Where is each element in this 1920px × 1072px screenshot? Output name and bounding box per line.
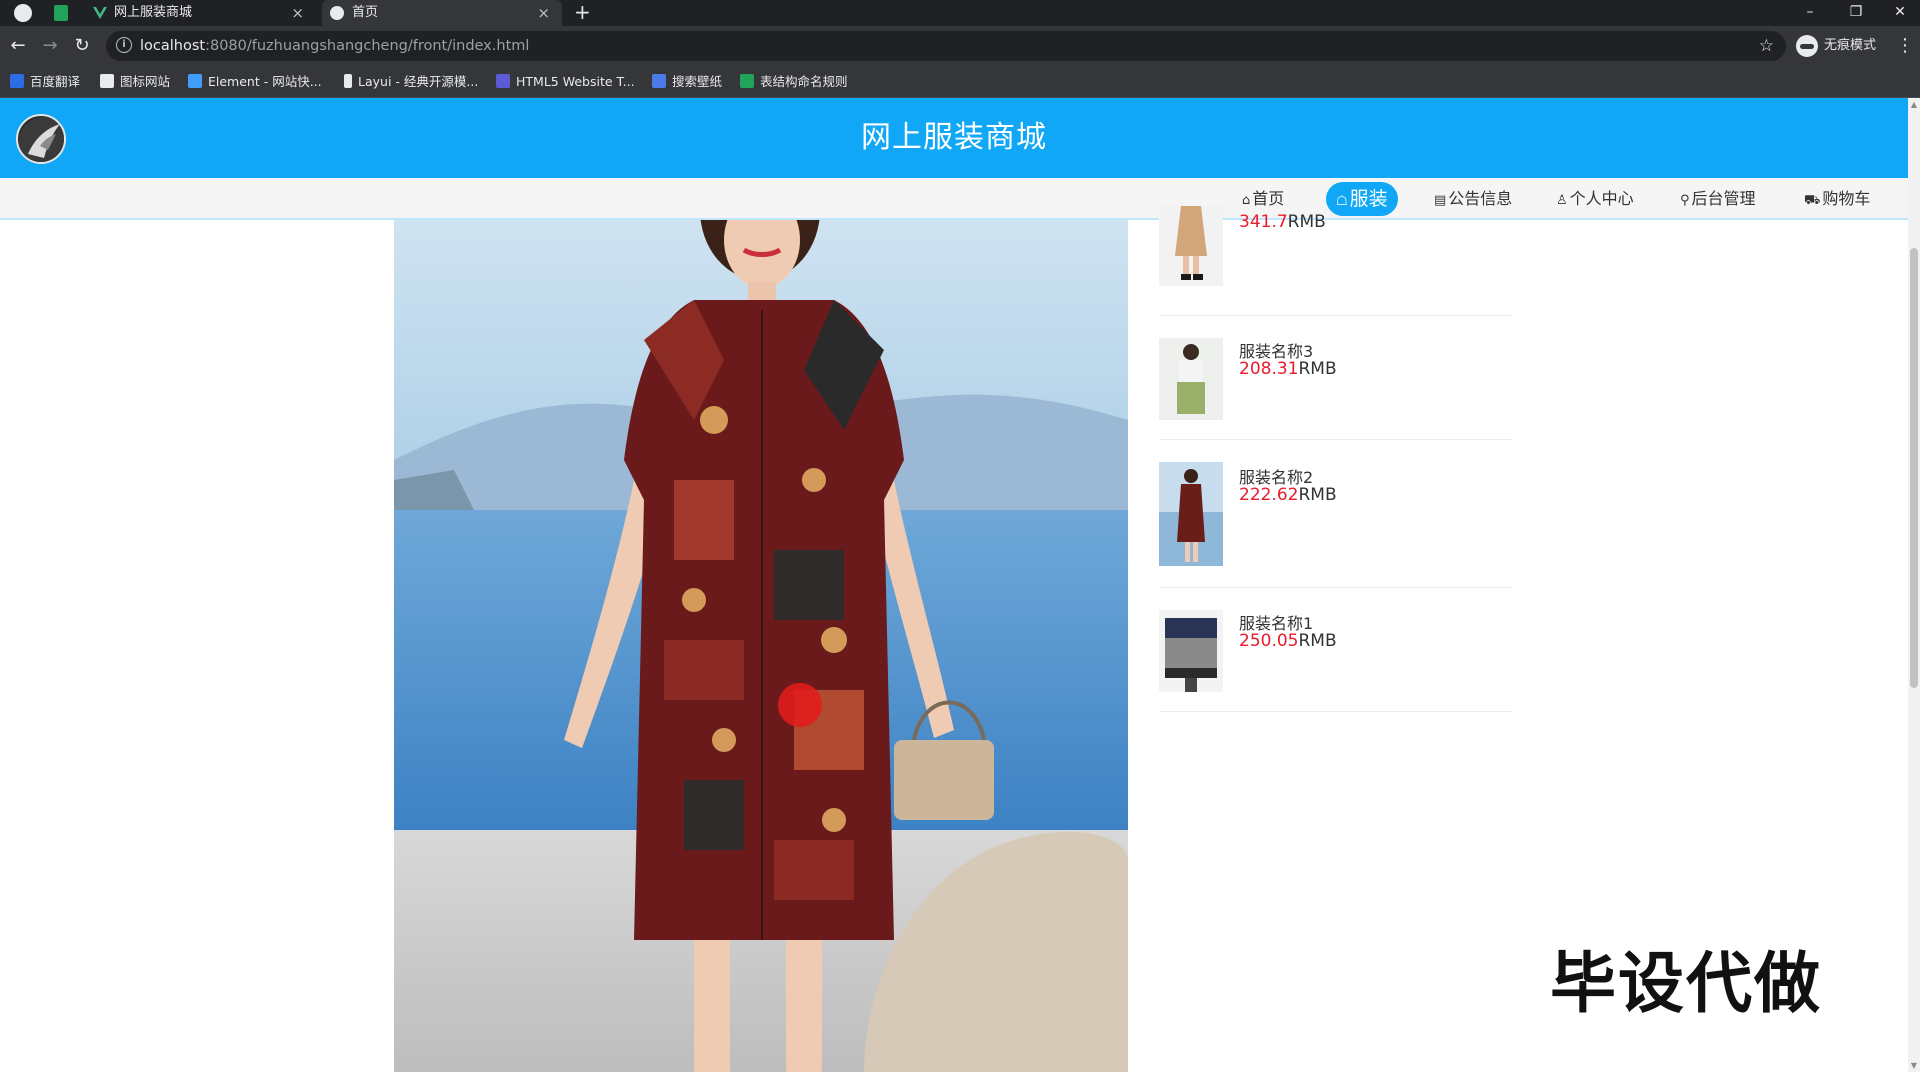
product-main-image[interactable] bbox=[394, 220, 1128, 1072]
nav-label: 个人中心 bbox=[1569, 189, 1634, 208]
vue-icon bbox=[93, 7, 107, 19]
product-thumbnail[interactable] bbox=[1159, 610, 1223, 692]
flag-icon bbox=[100, 74, 114, 88]
bookmark-item[interactable]: 百度翻译 bbox=[10, 66, 80, 98]
list-item[interactable]: 341.7RMB bbox=[1159, 206, 1513, 316]
price-value: 341.7 bbox=[1239, 212, 1288, 232]
bookmarks-bar: 百度翻译 图标网站 Element - 网站快... Layui - 经典开源模… bbox=[0, 66, 1920, 98]
price-value: 250.05 bbox=[1239, 631, 1299, 651]
link-icon: ⚲ bbox=[1680, 193, 1690, 208]
tab-home[interactable]: 首页 × bbox=[322, 0, 562, 26]
thumb-photo bbox=[1159, 206, 1223, 286]
globe-icon bbox=[330, 6, 344, 20]
site-title: 网上服装商城 bbox=[861, 120, 1047, 155]
product-price: 208.31RMB bbox=[1239, 359, 1337, 379]
bookmark-item[interactable]: 表结构命名规则 bbox=[740, 66, 848, 98]
site-nav: ⌂ 首页 ☖ 服装 ▤ 公告信息 ♙ 个人中心 ⚲ 后台管理 ⛟ 购物车 bbox=[0, 178, 1908, 220]
price-currency: RMB bbox=[1298, 485, 1337, 505]
back-icon[interactable]: ← bbox=[6, 34, 30, 58]
info-icon[interactable]: i bbox=[116, 37, 132, 53]
tab-shop[interactable]: 网上服装商城 × bbox=[84, 0, 316, 26]
thumb-photo bbox=[1159, 338, 1223, 420]
scrollbar-thumb[interactable] bbox=[1910, 248, 1918, 688]
bookmark-item[interactable]: Layui - 经典开源模... bbox=[344, 66, 478, 98]
minimize-button[interactable]: – bbox=[1790, 0, 1830, 26]
incognito-label: 无痕模式 bbox=[1824, 38, 1877, 53]
bookmark-label: Layui - 经典开源模... bbox=[358, 74, 479, 89]
new-tab-button[interactable]: + bbox=[574, 0, 591, 26]
dress-photo bbox=[394, 220, 1128, 1072]
price-currency: RMB bbox=[1287, 212, 1326, 232]
product-price: 222.62RMB bbox=[1239, 485, 1337, 505]
incognito-badge[interactable]: 无痕模式 bbox=[1796, 34, 1876, 58]
thumb-photo bbox=[1159, 462, 1223, 566]
thumb-photo bbox=[1159, 610, 1223, 692]
wallpaper-icon bbox=[652, 74, 666, 88]
price-value: 222.62 bbox=[1239, 485, 1299, 505]
close-icon[interactable]: × bbox=[537, 0, 550, 26]
bookmark-item[interactable]: Element - 网站快... bbox=[188, 66, 322, 98]
price-currency: RMB bbox=[1298, 359, 1337, 379]
product-thumbnail[interactable] bbox=[1159, 462, 1223, 566]
nav-profile[interactable]: ♙ 个人中心 bbox=[1556, 182, 1634, 216]
nav-admin[interactable]: ⚲ 后台管理 bbox=[1680, 182, 1756, 216]
product-thumbnail[interactable] bbox=[1159, 338, 1223, 420]
incognito-icon bbox=[1796, 34, 1818, 57]
menu-icon[interactable]: ⋮ bbox=[1896, 34, 1914, 58]
sheets-tab-icon[interactable] bbox=[54, 5, 68, 21]
url-host: localhost bbox=[140, 38, 206, 54]
bookmark-label: 百度翻译 bbox=[30, 74, 81, 89]
bookmark-item[interactable]: 图标网站 bbox=[100, 66, 170, 98]
bookmark-label: 表结构命名规则 bbox=[760, 74, 848, 89]
close-icon[interactable]: × bbox=[291, 0, 304, 26]
url-path: :8080/fuzhuangshangcheng/front/index.htm… bbox=[205, 38, 530, 54]
bookmark-item[interactable]: HTML5 Website T... bbox=[496, 66, 635, 98]
html5-icon bbox=[496, 74, 510, 88]
restore-button[interactable]: ❐ bbox=[1836, 0, 1876, 26]
layui-icon bbox=[344, 74, 352, 88]
tab-label: 网上服装商城 bbox=[114, 5, 193, 20]
product-thumbnail[interactable] bbox=[1159, 206, 1223, 286]
nav-label: 后台管理 bbox=[1691, 189, 1756, 208]
page-scrollbar[interactable]: ▲ ▼ bbox=[1908, 98, 1920, 1072]
scroll-up-icon[interactable]: ▲ bbox=[1908, 100, 1920, 109]
site-header: 网上服装商城 bbox=[0, 98, 1908, 178]
bookmark-label: Element - 网站快... bbox=[208, 74, 322, 89]
translate-icon bbox=[10, 74, 24, 88]
watermark-text: 毕设代做 bbox=[1550, 945, 1822, 1022]
url-text[interactable]: localhost:8080/fuzhuangshangcheng/front/… bbox=[140, 31, 529, 61]
chrome-icon[interactable] bbox=[14, 4, 32, 22]
bookmark-item[interactable]: 搜索壁纸 bbox=[652, 66, 722, 98]
bookmark-label: 图标网站 bbox=[120, 74, 171, 89]
price-value: 208.31 bbox=[1239, 359, 1299, 379]
bookmark-label: HTML5 Website T... bbox=[516, 74, 635, 89]
reload-icon[interactable]: ↻ bbox=[70, 34, 94, 58]
close-window-button[interactable]: ✕ bbox=[1880, 0, 1920, 26]
scroll-down-icon[interactable]: ▼ bbox=[1908, 1061, 1920, 1070]
element-icon bbox=[188, 74, 202, 88]
nav-label: 购物车 bbox=[1822, 189, 1871, 208]
browser-tab-bar: 网上服装商城 × 首页 × + – ❐ ✕ bbox=[0, 0, 1920, 26]
product-price: 250.05RMB bbox=[1239, 631, 1337, 651]
browser-toolbar: ← → ↻ i localhost:8080/fuzhuangshangchen… bbox=[0, 26, 1920, 66]
forward-icon[interactable]: → bbox=[38, 34, 62, 58]
sheet-icon bbox=[740, 74, 754, 88]
address-bar[interactable]: i localhost:8080/fuzhuangshangcheng/fron… bbox=[106, 31, 1786, 61]
list-item[interactable]: 服装名称1 250.05RMB bbox=[1159, 588, 1513, 712]
nav-cart[interactable]: ⛟ 购物车 bbox=[1804, 182, 1870, 216]
list-item[interactable]: 服装名称2 222.62RMB bbox=[1159, 440, 1513, 588]
cart-icon: ⛟ bbox=[1804, 193, 1821, 208]
tab-label: 首页 bbox=[352, 5, 379, 20]
product-price: 341.7RMB bbox=[1239, 212, 1326, 232]
user-icon: ♙ bbox=[1556, 193, 1568, 208]
bookmark-label: 搜索壁纸 bbox=[672, 74, 723, 89]
list-item[interactable]: 服装名称3 208.31RMB bbox=[1159, 316, 1513, 440]
price-currency: RMB bbox=[1298, 631, 1337, 651]
bookmark-star-icon[interactable]: ☆ bbox=[1759, 31, 1774, 61]
